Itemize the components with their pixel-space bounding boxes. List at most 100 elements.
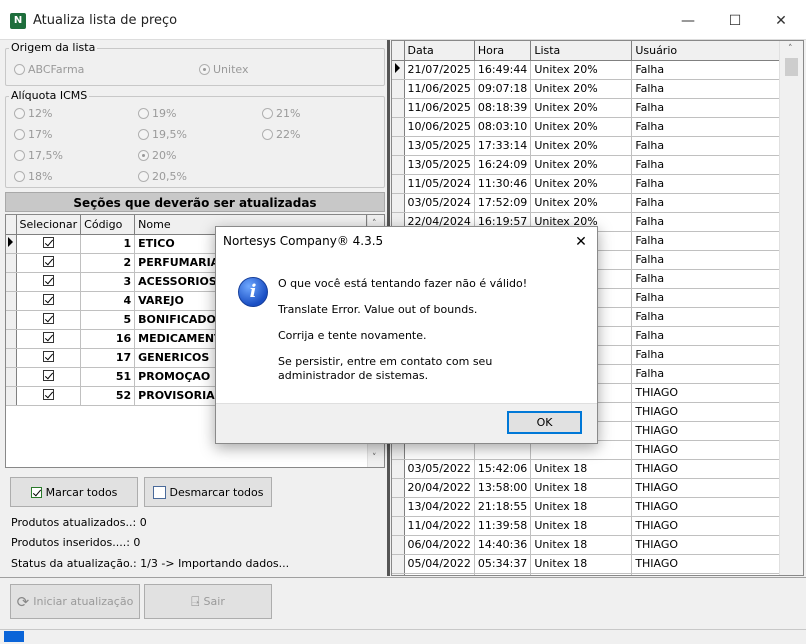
select-cell[interactable]: [16, 234, 82, 254]
radio-icms-20-5[interactable]: 20,5%: [138, 170, 187, 183]
checkbox-checked-icon[interactable]: [42, 388, 54, 400]
list-cell: Unitex 18: [530, 459, 633, 479]
list-cell: Unitex 18: [530, 535, 633, 555]
log-row[interactable]: 03/05/2022 15:42:06 Unitex 18 THIAGO: [392, 459, 793, 479]
code-cell: 5: [80, 310, 136, 330]
radio-icms-17-5[interactable]: 17,5%: [14, 149, 63, 162]
time-cell: 11:39:58: [474, 516, 532, 536]
user-cell: Falha: [631, 307, 793, 327]
log-row[interactable]: 03/05/2024 17:52:09 Unitex 20% Falha: [392, 193, 793, 213]
radio-abcfarma[interactable]: ABCFarma: [14, 63, 84, 76]
radio-icms-22[interactable]: 22%: [262, 128, 300, 141]
user-cell: THIAGO: [631, 440, 793, 460]
select-cell[interactable]: [16, 272, 82, 292]
list-cell: Unitex 18: [530, 497, 633, 517]
col-hora[interactable]: Hora: [474, 41, 532, 61]
log-row[interactable]: 21/07/2025 16:49:44 Unitex 20% Falha: [392, 60, 793, 80]
select-cell[interactable]: [16, 348, 82, 368]
select-cell[interactable]: [16, 253, 82, 273]
dialog-title: Nortesys Company® 4.3.5: [223, 234, 384, 248]
scroll-up-icon[interactable]: ˄: [788, 44, 793, 54]
list-cell: Unitex 18: [530, 516, 633, 536]
list-cell: Unitex 20%: [530, 98, 633, 118]
checkbox-checked-icon[interactable]: [42, 293, 54, 305]
log-row[interactable]: 11/06/2025 09:07:18 Unitex 20% Falha: [392, 79, 793, 99]
log-row[interactable]: 10/06/2025 08:03:10 Unitex 20% Falha: [392, 117, 793, 137]
time-cell: 16:24:09: [474, 155, 532, 175]
checkbox-checked-icon[interactable]: [42, 350, 54, 362]
col-data[interactable]: Data: [404, 41, 475, 61]
log-row[interactable]: 06/04/2022 14:40:36 Unitex 18 THIAGO: [392, 535, 793, 555]
radio-dot: [262, 108, 273, 119]
radio-icms-17[interactable]: 17%: [14, 128, 52, 141]
radio-icms-19-5[interactable]: 19,5%: [138, 128, 187, 141]
row-indicator: [392, 117, 405, 137]
maximize-button[interactable]: ☐: [720, 8, 750, 34]
close-button[interactable]: ✕: [766, 8, 796, 34]
log-row[interactable]: 04/04/202222:55:18Unitex 18THIAGO: [392, 573, 793, 575]
row-indicator: [392, 155, 405, 175]
current-row-icon: [8, 237, 14, 247]
mark-all-button[interactable]: Marcar todos: [10, 477, 138, 507]
select-cell[interactable]: [16, 367, 82, 387]
radio-dot: [14, 64, 25, 75]
date-cell: 13/04/2022: [404, 497, 475, 517]
log-row[interactable]: 13/04/2022 21:18:55 Unitex 18 THIAGO: [392, 497, 793, 517]
minimize-button[interactable]: —: [673, 8, 703, 34]
col-usuario[interactable]: Usuário: [631, 41, 793, 61]
select-cell[interactable]: [16, 329, 82, 349]
code-cell: 17: [80, 348, 136, 368]
status-updated: Produtos atualizados..: 0: [11, 516, 147, 529]
start-update-button[interactable]: ⟳ Iniciar atualização: [10, 584, 140, 619]
dialog-close-button[interactable]: ✕: [568, 231, 594, 253]
col-selecionar[interactable]: Selecionar: [16, 215, 82, 235]
checkbox-checked-icon[interactable]: [42, 274, 54, 286]
radio-icms-12[interactable]: 12%: [14, 107, 52, 120]
user-cell: Falha: [631, 193, 793, 213]
radio-dot: [14, 150, 25, 161]
radio-icms-21[interactable]: 21%: [262, 107, 300, 120]
radio-icms-18[interactable]: 18%: [14, 170, 52, 183]
select-cell[interactable]: [16, 291, 82, 311]
scroll-thumb[interactable]: [785, 58, 798, 76]
user-cell: THIAGO: [631, 497, 793, 517]
checkbox-checked-icon[interactable]: [42, 312, 54, 324]
user-cell: Falha: [631, 98, 793, 118]
radio-dot: [138, 108, 149, 119]
checkbox-checked-icon[interactable]: [42, 236, 54, 248]
col-lista[interactable]: Lista: [530, 41, 633, 61]
log-row[interactable]: 13/05/2025 16:24:09 Unitex 20% Falha: [392, 155, 793, 175]
unmark-all-button[interactable]: Desmarcar todos: [144, 477, 272, 507]
user-cell: THIAGO: [631, 573, 793, 575]
radio-unitex[interactable]: Unitex: [199, 63, 248, 76]
radio-icms-20[interactable]: 20%: [138, 149, 176, 162]
radio-icms-19[interactable]: 19%: [138, 107, 176, 120]
window-title: Atualiza lista de preço: [33, 13, 178, 28]
row-indicator: [392, 478, 405, 498]
col-codigo[interactable]: Código: [80, 215, 136, 235]
checkbox-checked-icon[interactable]: [42, 331, 54, 343]
exit-button[interactable]: ⍈ Sair: [144, 584, 272, 619]
date-cell: 03/05/2024: [404, 193, 475, 213]
log-row[interactable]: 11/06/2025 08:18:39 Unitex 20% Falha: [392, 98, 793, 118]
log-row[interactable]: 13/05/2025 17:33:14 Unitex 20% Falha: [392, 136, 793, 156]
log-row[interactable]: 20/04/2022 13:58:00 Unitex 18 THIAGO: [392, 478, 793, 498]
log-row[interactable]: 11/04/2022 11:39:58 Unitex 18 THIAGO: [392, 516, 793, 536]
ok-button[interactable]: OK: [507, 411, 582, 434]
radio-label: 20%: [152, 149, 177, 162]
radio-label: 22%: [276, 128, 301, 141]
select-cell[interactable]: [16, 386, 82, 406]
date-cell: 11/05/2024: [404, 174, 475, 194]
checkbox-checked-icon[interactable]: [42, 369, 54, 381]
checkbox-checked-icon[interactable]: [42, 255, 54, 267]
date-cell: 13/05/2025: [404, 155, 475, 175]
user-cell: Falha: [631, 155, 793, 175]
code-cell: 3: [80, 272, 136, 292]
log-row[interactable]: 11/05/2024 11:30:46 Unitex 20% Falha: [392, 174, 793, 194]
scroll-down-icon[interactable]: ˅: [372, 453, 377, 463]
log-row[interactable]: 05/04/2022 05:34:37 Unitex 18 THIAGO: [392, 554, 793, 574]
info-icon: i: [238, 277, 268, 307]
select-cell[interactable]: [16, 310, 82, 330]
list-cell: Unitex 18: [530, 478, 633, 498]
log-scrollbar[interactable]: ˄: [779, 41, 803, 575]
